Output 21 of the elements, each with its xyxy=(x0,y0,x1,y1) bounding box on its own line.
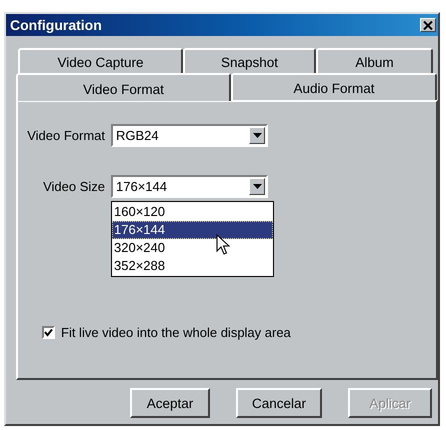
dropdown-option[interactable]: 176×144 xyxy=(112,221,273,239)
check-icon xyxy=(44,328,53,337)
tab[interactable]: Snapshot xyxy=(183,48,316,73)
close-icon xyxy=(423,20,433,30)
dialog-button[interactable]: Cancelar xyxy=(236,388,322,418)
dropdown-option[interactable]: 160×120 xyxy=(112,203,273,221)
field-label: Video Size xyxy=(42,179,106,194)
field-label: Video Format xyxy=(26,128,106,143)
video-size-dropdown[interactable]: 176×144 xyxy=(111,175,268,198)
video-format-dropdown[interactable]: RGB24 xyxy=(111,124,268,147)
tab[interactable]: Album xyxy=(316,48,433,73)
tab[interactable]: Video Capture xyxy=(18,48,183,73)
checkbox[interactable] xyxy=(42,326,55,339)
dropdown-option[interactable]: 352×288 xyxy=(112,257,273,275)
dialog-button[interactable]: Aceptar xyxy=(130,388,210,418)
mouse-pointer-icon xyxy=(216,234,230,256)
tab[interactable]: Audio Format xyxy=(231,73,437,100)
window-title: Configuration xyxy=(10,17,102,33)
dropdown-option[interactable]: 320×240 xyxy=(112,239,273,257)
close-button[interactable] xyxy=(420,18,436,32)
tab[interactable]: Video Format xyxy=(16,73,231,101)
